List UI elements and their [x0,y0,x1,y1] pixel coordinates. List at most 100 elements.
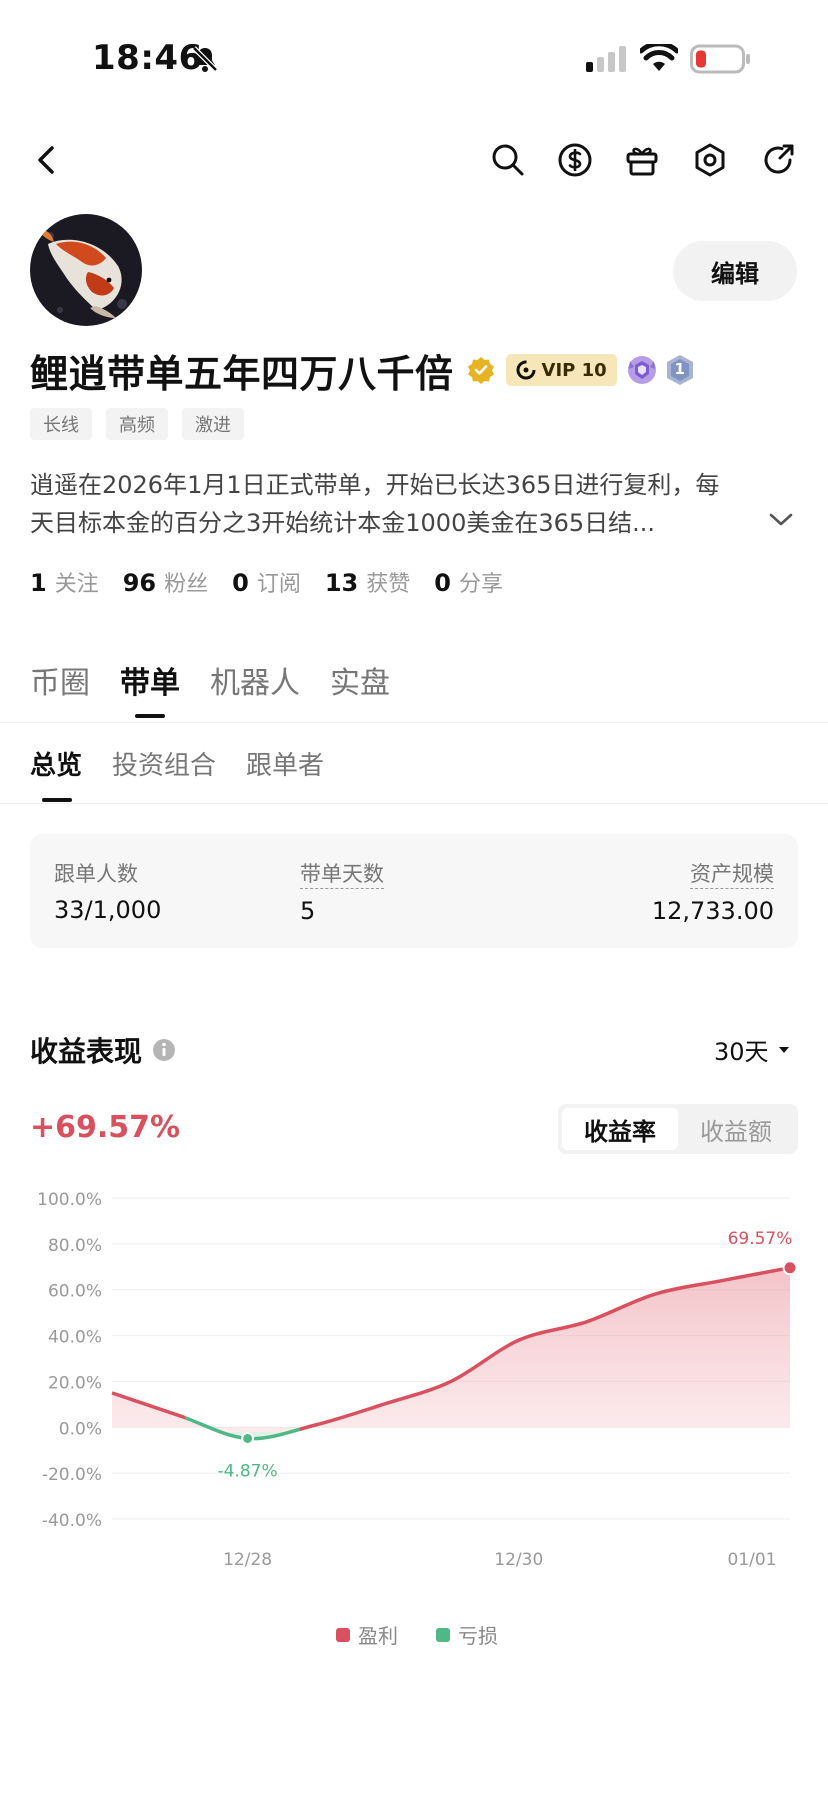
tab-followers[interactable]: 跟单者 [246,745,324,782]
profile-bio[interactable]: 逍遥在2026年1月1日正式带单，开始已长达365日进行复利，每 天目标本金的百… [30,466,770,542]
stat-subscriptions[interactable]: 0 订阅 [232,566,301,598]
y-tick-label: 60.0% [48,1282,102,1302]
level-number: 1 [674,360,685,378]
days-value: 5 [300,897,316,925]
gift-icon [626,147,658,176]
stat-likes-count: 13 [324,569,359,597]
y-tick-label: 40.0% [48,1328,102,1348]
tab-portfolio[interactable]: 投资组合 [112,745,216,782]
edit-profile-button[interactable]: 编辑 [673,241,797,301]
x-tick-label: 12/28 [223,1550,272,1570]
nav-bar [0,130,828,190]
main-tabs: 币圈 带单 机器人 实盘 [30,658,390,718]
days-block: 带单天数 5 [300,858,384,925]
battery-low-icon [690,44,750,74]
vip-label: VIP 10 [541,359,607,381]
legend-swatch-loss [436,1627,450,1642]
koi-fish-avatar-image [30,214,142,326]
tab-crypto[interactable]: 币圈 [30,658,90,702]
period-select[interactable]: 30天 [714,1032,791,1067]
info-icon[interactable] [152,1038,176,1062]
min-point [241,1431,255,1445]
stat-following-count: 1 [30,569,47,597]
y-tick-label: 100.0% [37,1190,102,1210]
status-time: 18:46 [92,38,203,78]
stat-subscriptions-count: 0 [232,569,249,597]
stat-fans[interactable]: 96 粉丝 [123,566,208,598]
tag-aggressive: 激进 [182,408,244,440]
profile-name: 鲤逍带单五年四万八千倍 [30,351,454,396]
x-tick-label: 12/30 [494,1550,543,1570]
stat-likes-label: 获赞 [366,572,411,597]
chart-legend: 盈利 亏损 [336,1620,498,1649]
expand-bio-chevron-icon[interactable] [768,512,794,528]
stat-fans-label: 粉丝 [164,572,209,597]
y-tick-label: 0.0% [59,1419,102,1439]
back-chevron-icon [38,146,54,174]
legend-swatch-profit [336,1627,350,1642]
bell-muted-icon [192,46,218,72]
currency-button[interactable] [555,140,595,180]
signal-icon [586,46,626,72]
caret-down-icon [778,1046,789,1053]
profile-stats: 1 关注 96 粉丝 0 订阅 13 获赞 0 分享 [30,566,503,598]
performance-header: 收益表现 [30,1030,176,1070]
tab-copy-trading[interactable]: 带单 [120,658,180,718]
legend-item-loss: 亏损 [436,1620,498,1649]
toggle-return-rate[interactable]: 收益率 [562,1108,678,1150]
followers-label: 跟单人数 [54,862,138,886]
y-tick-label: -20.0% [42,1465,102,1485]
summary-card: 跟单人数 33/1,000 带单天数 5 资产规模 12,733.00 [30,834,798,948]
wifi-icon [640,44,678,71]
stat-following[interactable]: 1 关注 [30,566,99,598]
medal-icon [627,356,656,384]
min-point-label: -4.87% [218,1461,278,1481]
performance-value: +69.57% [30,1110,181,1145]
y-tick-label: 80.0% [48,1236,102,1256]
back-button[interactable] [26,140,66,180]
stat-shares-label: 分享 [458,572,503,597]
bio-line-1: 逍遥在2026年1月1日正式带单，开始已长达365日进行复利，每 [30,471,720,499]
vip-badge: VIP 10 [505,354,617,386]
max-point-label: 69.57% [728,1229,793,1249]
divider [0,803,828,804]
search-icon [492,144,524,176]
stat-subscriptions-label: 订阅 [256,572,301,597]
performance-chart: 100.0% 80.0% 60.0% 40.0% 20.0% 0.0% -20.0% -40.… [37,1190,798,1570]
legend-label-profit: 盈利 [358,1624,398,1648]
legend-label-loss: 亏损 [458,1624,498,1648]
tab-overview[interactable]: 总览 [30,745,82,802]
max-point [782,1260,798,1276]
profile-name-row: 鲤逍带单五年四万八千倍 VIP 10 1 [30,344,695,396]
period-value: 30天 [714,1038,769,1066]
days-label[interactable]: 带单天数 [300,858,384,889]
settings-hex-icon [695,143,725,177]
stat-shares[interactable]: 0 分享 [434,566,503,598]
tag-high-frequency: 高频 [106,408,168,440]
y-tick-label: -40.0% [42,1511,102,1531]
x-tick-label: 01/01 [728,1550,777,1570]
aum-value: 12,733.00 [651,897,774,925]
gift-button[interactable] [622,140,662,180]
tab-live[interactable]: 实盘 [330,658,390,702]
share-button[interactable] [758,140,798,180]
bio-line-2: 天目标本金的百分之3开始统计本金1000美金在365日结... [30,509,656,537]
profile-tags: 长线 高频 激进 [30,408,244,440]
avatar[interactable] [30,214,142,326]
stat-shares-count: 0 [434,569,451,597]
tab-bots[interactable]: 机器人 [210,658,300,702]
aum-label[interactable]: 资产规模 [690,858,774,889]
settings-button[interactable] [690,140,730,180]
level-badge: 1 [665,354,695,386]
stat-following-label: 关注 [54,572,99,597]
metric-toggle: 收益率 收益额 [558,1104,798,1154]
search-button[interactable] [488,140,528,180]
stat-likes[interactable]: 13 获赞 [325,566,410,598]
y-tick-label: 20.0% [48,1373,102,1393]
vip-logo-icon [516,360,536,380]
aum-block: 资产规模 12,733.00 [652,858,774,925]
toggle-return-amount[interactable]: 收益额 [678,1108,794,1150]
profit-area [112,1267,790,1432]
status-bar: 18:46 [0,0,828,110]
share-icon [764,144,794,174]
